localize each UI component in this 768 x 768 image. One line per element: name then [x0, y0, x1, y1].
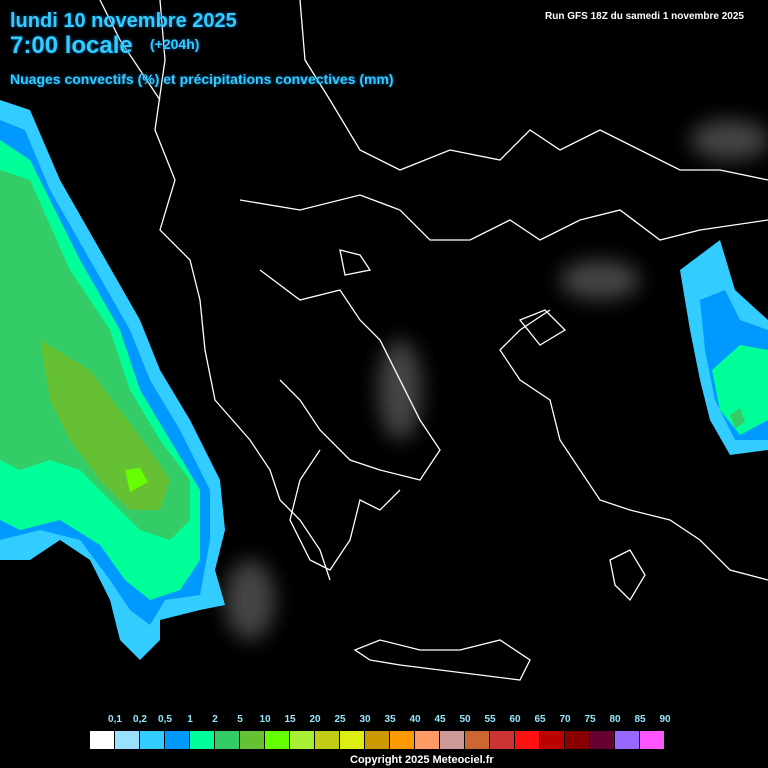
legend-label: 20	[309, 714, 321, 725]
legend-swatch	[515, 731, 540, 749]
parameter-title: Nuages convectifs (%) et précipitations …	[10, 71, 394, 87]
legend-label: 70	[559, 714, 571, 725]
legend-label: 55	[484, 714, 496, 725]
legend-labels: 0,1 0,2 0,5 1 2 5 10 15 20 25 30 35 40 45 50 55 60 65 70 75…	[90, 714, 690, 728]
legend-swatch	[190, 731, 215, 749]
legend-label: 45	[434, 714, 446, 725]
legend-label: 35	[384, 714, 396, 725]
legend-swatch	[265, 731, 290, 749]
forecast-hour: 7:00 locale	[10, 32, 133, 59]
cloud-haze	[225, 120, 768, 640]
legend-label: 0,5	[158, 714, 172, 725]
legend-label: 25	[334, 714, 346, 725]
legend-label: 80	[609, 714, 621, 725]
legend-swatch	[490, 731, 515, 749]
legend-swatch	[565, 731, 590, 749]
model-run-label: Run GFS 18Z du samedi 1 novembre 2025	[545, 11, 744, 22]
legend-swatch	[390, 731, 415, 749]
legend-label: 5	[237, 714, 243, 725]
legend-swatch	[415, 731, 440, 749]
legend-swatch	[615, 731, 640, 749]
lead-time: (+204h)	[150, 36, 200, 52]
legend-swatch	[240, 731, 265, 749]
legend-label: 60	[509, 714, 521, 725]
forecast-date: lundi 10 novembre 2025	[10, 10, 237, 32]
precip-west	[0, 100, 225, 660]
weather-map-view: lundi 10 novembre 2025 7:00 locale (+204…	[0, 0, 768, 768]
legend-label: 15	[284, 714, 296, 725]
legend-swatch	[340, 731, 365, 749]
legend-swatch	[640, 731, 665, 749]
legend-label: 1	[187, 714, 193, 725]
legend-swatch	[590, 731, 615, 749]
legend-swatch	[115, 731, 140, 749]
legend-label: 40	[409, 714, 421, 725]
legend-label: 30	[359, 714, 371, 725]
legend-swatch	[90, 731, 115, 749]
legend-swatch	[165, 731, 190, 749]
legend-label: 75	[584, 714, 596, 725]
precip-east	[680, 240, 768, 455]
legend-label: 2	[212, 714, 218, 725]
legend-label: 50	[459, 714, 471, 725]
map-canvas	[0, 0, 768, 681]
legend-swatch	[540, 731, 565, 749]
legend-swatch	[140, 731, 165, 749]
legend-label: 0,2	[133, 714, 147, 725]
legend-label: 10	[259, 714, 271, 725]
legend-swatch	[440, 731, 465, 749]
legend-label: 0,1	[108, 714, 122, 725]
legend-label: 65	[534, 714, 546, 725]
legend-swatch	[365, 731, 390, 749]
copyright: Copyright 2025 Meteociel.fr	[350, 754, 494, 766]
legend-label: 85	[634, 714, 646, 725]
legend-swatch	[315, 731, 340, 749]
legend-color-bar	[90, 731, 665, 749]
legend-swatch	[465, 731, 490, 749]
legend-label: 90	[659, 714, 671, 725]
legend-swatch	[290, 731, 315, 749]
legend-swatch	[215, 731, 240, 749]
